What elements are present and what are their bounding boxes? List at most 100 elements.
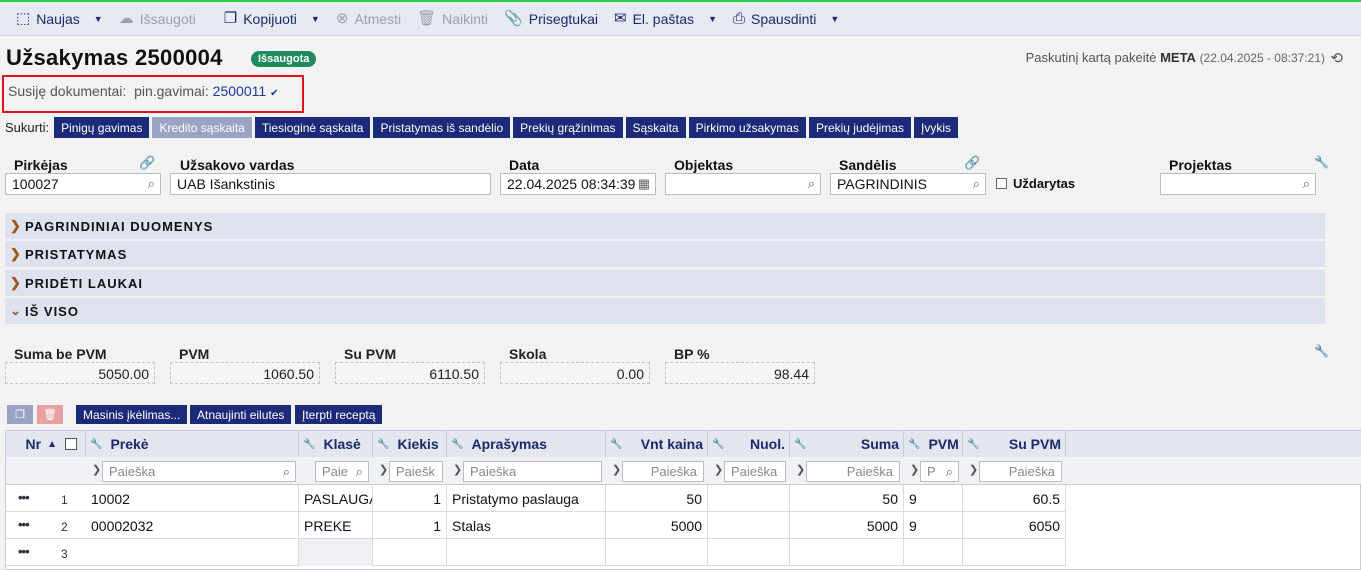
filter-sum[interactable]: Paieška (806, 461, 900, 482)
buyer-field[interactable]: 100027 ⌕ (5, 173, 161, 195)
col-qty[interactable]: 🔧 Kiekis (373, 431, 447, 457)
cell-item[interactable]: 00002032 (86, 512, 299, 539)
create-payment-button[interactable]: Pinigų gavimas (54, 117, 150, 138)
object-label: Objektas (674, 157, 734, 173)
cell-class[interactable]: PREKE (299, 512, 373, 539)
row-menu-icon[interactable]: ••• (18, 517, 30, 532)
col-desc[interactable]: 🔧 Aprašymas (447, 431, 606, 457)
cell-qty[interactable]: 1 (373, 485, 447, 512)
wrench-icon: 🔧 (303, 438, 316, 450)
section-delivery[interactable]: ❯ PRISTATYMAS (5, 241, 1325, 267)
wrench-icon: 🔧 (610, 438, 623, 450)
copy-rows-icon[interactable]: ❐ (7, 405, 33, 424)
email-button[interactable]: ✉ El. paštas ▼ (606, 2, 725, 36)
print-button[interactable]: ⎙ Spausdinti ▼ (725, 2, 847, 36)
cell-desc[interactable]: Pristatymo paslauga (447, 485, 606, 512)
cell-vat[interactable]: 9 (904, 512, 963, 539)
create-stock-movement-button[interactable]: Prekių judėjimas (808, 117, 911, 138)
create-invoice-button[interactable]: Sąskaita (625, 117, 686, 138)
row-menu-icon[interactable]: ••• (18, 490, 30, 505)
create-return-button[interactable]: Prekių grąžinimas (513, 117, 623, 138)
cell-total[interactable]: 60.5 (963, 485, 1066, 512)
history-icon[interactable]: ⟲ (1330, 49, 1343, 67)
customer-name-field[interactable]: UAB Išankstinis (170, 173, 491, 195)
cell-qty[interactable]: 1 (373, 512, 447, 539)
filter-discount[interactable]: Paieška (724, 461, 786, 482)
date-field[interactable]: 22.04.2025 08:34:39 ▦ (500, 173, 656, 195)
mass-insert-button[interactable]: Masinis įkėlimas... (76, 405, 188, 424)
create-delivery-button[interactable]: Pristatymas iš sandėlio (373, 117, 511, 138)
filter-item[interactable]: Paieška ⌕ (102, 461, 296, 482)
project-field[interactable]: ⌕ (1160, 173, 1316, 195)
col-total[interactable]: 🔧 Su PVM (963, 431, 1066, 457)
cell-vat[interactable]: 9 (904, 485, 963, 512)
cell-discount[interactable] (708, 512, 790, 539)
link-icon[interactable]: 🔗 (139, 155, 155, 171)
col-class[interactable]: 🔧 Klasė (299, 431, 373, 457)
cell-sum[interactable]: 5000 (790, 512, 904, 539)
filter-total[interactable]: Paieška (979, 461, 1062, 482)
create-event-button[interactable]: Įvykis (913, 117, 958, 138)
chevron-right-icon: ❯ (969, 464, 979, 476)
refresh-rows-button[interactable]: Atnaujinti eilutes (190, 405, 292, 424)
filter-price[interactable]: Paieška (622, 461, 704, 482)
wrench-icon: 🔧 (90, 438, 103, 450)
chevron-right-icon: ❯ (379, 464, 389, 476)
section-main-data[interactable]: ❯ PAGRINDINIAI DUOMENYS (5, 213, 1325, 239)
paperclip-icon: 📎 (504, 10, 523, 27)
col-discount[interactable]: 🔧 Nuol. (708, 431, 790, 457)
search-icon[interactable]: ⌕ (148, 176, 155, 192)
cell-item[interactable]: 10002 (86, 485, 299, 512)
cancel-button[interactable]: ⊗ Atmesti (328, 2, 409, 36)
col-price[interactable]: 🔧 Vnt kaina (606, 431, 708, 457)
warehouse-field[interactable]: PAGRINDINIS ⌕ (830, 173, 986, 195)
copy-button[interactable]: ❐ Kopijuoti ▼ (216, 2, 328, 36)
create-direct-invoice-button[interactable]: Tiesioginė sąskaita (254, 117, 371, 138)
select-all-checkbox[interactable] (65, 438, 77, 450)
search-icon[interactable]: ⌕ (1303, 176, 1310, 192)
section-totals[interactable]: ⌄ IŠ VISO (5, 298, 1325, 324)
table-row[interactable]: ••• 1 10002 PASLAUGA 1 Pristatymo paslaug… (6, 485, 1066, 512)
closed-checkbox[interactable] (996, 178, 1007, 189)
cell-price[interactable]: 5000 (606, 512, 708, 539)
create-credit-invoice-button[interactable]: Kredito sąskaita (152, 117, 252, 138)
filter-qty[interactable]: Paiešk (389, 461, 443, 482)
col-item[interactable]: 🔧 Prekė (86, 431, 299, 457)
delete-rows-icon[interactable]: 🗑 (37, 405, 63, 424)
attachments-button[interactable]: 📎 Prisegtukai (496, 2, 606, 36)
cell-discount[interactable] (708, 485, 790, 512)
envelope-icon: ✉ (614, 10, 627, 27)
cell-total[interactable]: 6050 (963, 512, 1066, 539)
delete-button[interactable]: 🗑 Naikinti (409, 2, 496, 36)
cell-class[interactable]: PASLAUGA (299, 485, 373, 512)
row-menu-icon[interactable]: ••• (18, 544, 30, 559)
wrench-icon[interactable]: 🔧 (1314, 344, 1329, 358)
calendar-icon[interactable]: ▦ (638, 176, 650, 192)
insert-recipe-button[interactable]: Įterpti receptą (295, 405, 383, 424)
search-icon[interactable]: ⌕ (808, 176, 815, 192)
create-purchase-order-button[interactable]: Pirkimo užsakymas (688, 117, 806, 138)
total-gross-value: 6110.50 (335, 362, 485, 384)
col-nr[interactable]: Nr ▲ (6, 431, 86, 457)
link-icon[interactable]: 🔗 (964, 155, 980, 171)
new-document-icon: ⬚ (16, 10, 31, 27)
related-doc-link[interactable]: 2500011 (213, 83, 266, 99)
filter-class[interactable]: Paie ⌕ (315, 461, 369, 482)
new-button[interactable]: ⬚ Naujas ▼ (8, 2, 111, 36)
filter-vat[interactable]: P ⌕ (920, 461, 959, 482)
cell-sum[interactable]: 50 (790, 485, 904, 512)
cell-price[interactable]: 50 (606, 485, 708, 512)
search-icon: ⌕ (355, 464, 363, 479)
cell-desc[interactable]: Stalas (447, 512, 606, 539)
col-vat[interactable]: 🔧 PVM (904, 431, 963, 457)
section-extra-fields[interactable]: ❯ PRIDĖTI LAUKAI (5, 270, 1325, 296)
wrench-icon[interactable]: 🔧 (1314, 155, 1329, 169)
filter-desc[interactable]: Paieška (463, 461, 602, 482)
object-field[interactable]: ⌕ (665, 173, 821, 195)
chevron-right-icon: ❯ (910, 464, 920, 476)
save-button[interactable]: ☁ Išsaugoti (111, 2, 204, 36)
col-sum[interactable]: 🔧 Suma (790, 431, 904, 457)
table-row[interactable]: ••• 2 00002032 PREKE 1 Stalas 5000 5000 9… (6, 512, 1066, 539)
search-icon[interactable]: ⌕ (973, 176, 980, 192)
total-vat-label: PVM (179, 346, 210, 362)
